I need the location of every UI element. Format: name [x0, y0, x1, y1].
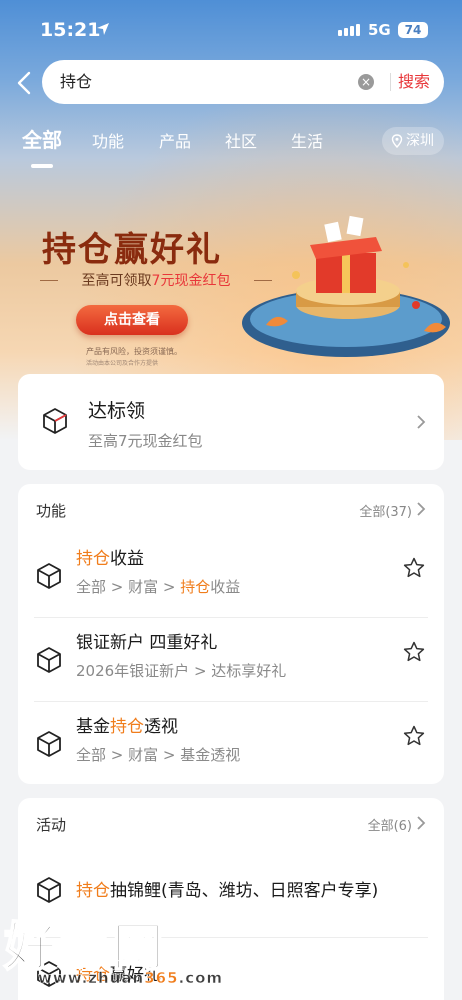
- functions-see-all[interactable]: 全部(37): [359, 501, 412, 520]
- function-item-holding-income[interactable]: 持仓收益 全部 > 财富 > 持仓收益: [18, 534, 444, 618]
- tab-life[interactable]: 生活: [291, 128, 323, 152]
- status-bar: 15:21 5G 74: [0, 0, 462, 56]
- category-tabs: 全部 功能 产品 社区 生活 深圳: [0, 120, 462, 170]
- function-item-title: 持仓收益: [76, 544, 144, 569]
- cube-icon: [37, 563, 61, 589]
- active-tab-indicator: [31, 164, 53, 168]
- title-text: 透视: [144, 717, 178, 737]
- activities-title: 活动: [36, 816, 67, 834]
- chevron-right-icon[interactable]: [416, 501, 426, 517]
- keyword-highlight: 持仓: [76, 881, 110, 901]
- watermark-url-highlight: 365: [144, 969, 179, 988]
- signal-icon: [338, 24, 360, 36]
- banner-cta-button[interactable]: 点击查看: [76, 305, 188, 335]
- function-item-new-account[interactable]: 银证新户 四重好礼 2026年银证新户 > 达标享好礼: [18, 618, 444, 702]
- cube-icon: [37, 877, 61, 903]
- search-button[interactable]: 搜索: [398, 60, 430, 104]
- location-arrow-icon: [97, 23, 109, 35]
- search-bar[interactable]: × 搜索: [42, 60, 444, 104]
- keyword-highlight: 持仓: [76, 549, 110, 569]
- location-pin-icon: [391, 134, 403, 148]
- title-text: 基金: [76, 717, 110, 737]
- watermark-url: www.zhuan365.com: [38, 969, 224, 988]
- location-city: 深圳: [406, 133, 434, 149]
- reward-card[interactable]: 达标领 至高7元现金红包: [18, 374, 444, 470]
- star-icon[interactable]: [402, 724, 426, 748]
- status-time: 15:21: [40, 19, 101, 41]
- site-watermark: 好赚网 www.zhuan365.com: [3, 905, 222, 1000]
- banner-fine-print: 活动由本公司及合作方提供: [86, 360, 159, 367]
- reward-title: 达标领: [88, 400, 146, 422]
- banner-subtitle-highlight: 7元现金红包: [151, 273, 231, 289]
- banner-subtitle: 至高可领取7元现金红包: [40, 270, 272, 292]
- star-icon[interactable]: [402, 556, 426, 580]
- reward-description: 至高7元现金红包: [88, 432, 203, 450]
- clear-icon[interactable]: ×: [358, 74, 374, 90]
- chevron-right-icon: [417, 415, 426, 429]
- activity-item-title: 持仓抽锦鲤(青岛、潍坊、日照客户专享): [76, 876, 378, 901]
- keyword-highlight: 持仓: [110, 717, 144, 737]
- functions-section: 功能 全部(37) 持仓收益 全部 > 财富 > 持仓收益 银证新户 四重好礼 …: [18, 484, 444, 784]
- watermark-url-text: www.zhuan: [38, 969, 145, 988]
- banner-subtitle-text: 至高可领取: [81, 273, 152, 289]
- location-selector[interactable]: 深圳: [382, 127, 444, 155]
- function-item-title: 银证新户 四重好礼: [76, 633, 218, 653]
- keyword-highlight: 持仓: [180, 578, 211, 596]
- function-item-path: 全部 > 财富 > 持仓收益: [76, 576, 240, 597]
- back-icon[interactable]: [14, 70, 36, 96]
- path-text: 收益: [210, 578, 241, 596]
- function-item-fund-holdings[interactable]: 基金持仓透视 全部 > 财富 > 基金透视: [18, 702, 444, 786]
- function-item-path: 全部 > 财富 > 基金透视: [76, 746, 241, 764]
- star-icon[interactable]: [402, 640, 426, 664]
- watermark-url-text: .com: [178, 969, 224, 988]
- function-item-path: 2026年银证新户 > 达标享好礼: [76, 662, 287, 680]
- title-text: 抽锦鲤(青岛、潍坊、日照客户专享): [110, 881, 379, 901]
- banner-title[interactable]: 持仓赢好礼: [42, 222, 222, 271]
- function-item-title: 基金持仓透视: [76, 712, 178, 737]
- cube-icon: [37, 731, 61, 757]
- network-type: 5G: [368, 21, 391, 39]
- tab-all[interactable]: 全部: [22, 124, 62, 153]
- chevron-right-icon[interactable]: [416, 815, 426, 831]
- battery-indicator: 74: [398, 22, 428, 38]
- cube-icon: [43, 408, 67, 434]
- cube-icon: [37, 647, 61, 673]
- functions-title: 功能: [36, 502, 67, 520]
- banner-risk-note: 产品有风险，投资须谨慎。: [86, 347, 182, 356]
- search-input[interactable]: [60, 60, 350, 104]
- tab-functions[interactable]: 功能: [92, 128, 124, 152]
- activities-see-all[interactable]: 全部(6): [368, 815, 412, 834]
- search-divider: [390, 73, 391, 91]
- tab-products[interactable]: 产品: [159, 128, 191, 152]
- title-text: 收益: [110, 549, 144, 569]
- tab-community[interactable]: 社区: [225, 128, 257, 152]
- path-text: 全部 > 财富 >: [76, 578, 181, 596]
